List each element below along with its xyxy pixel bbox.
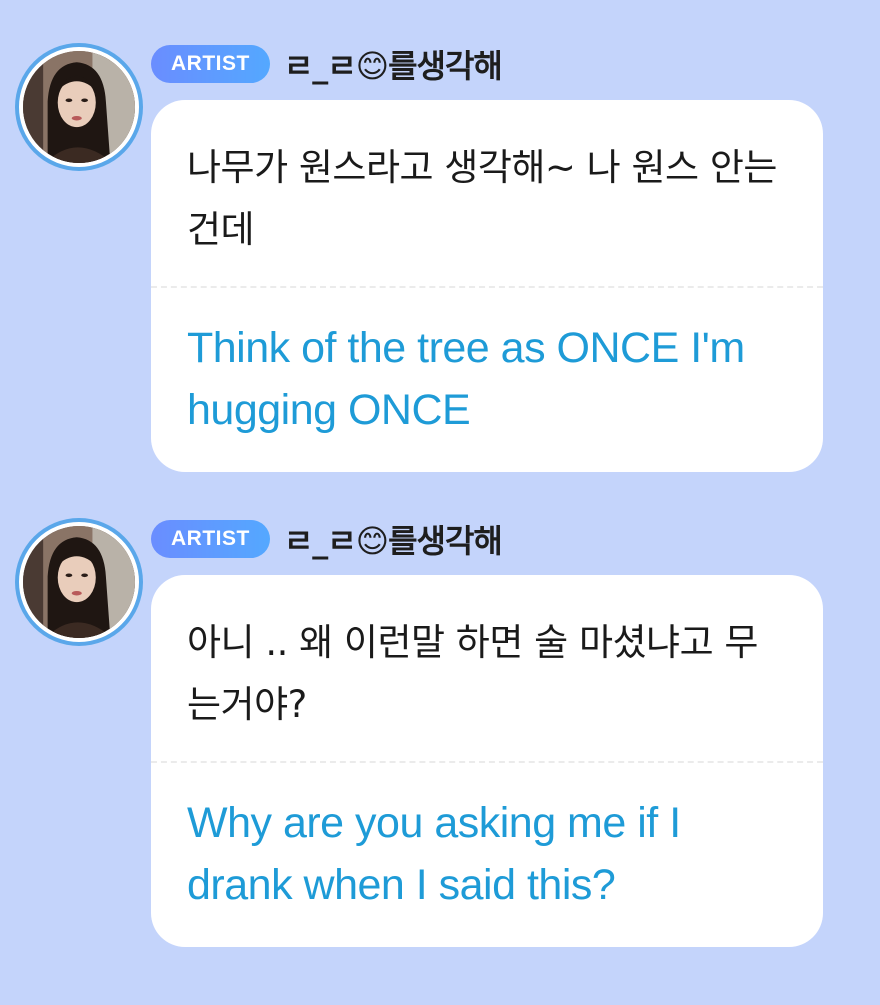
artist-badge: ARTIST: [151, 520, 270, 558]
translated-message-text: Think of the tree as ONCE I'm hugging ON…: [187, 324, 745, 434]
translation-divider: [151, 761, 823, 763]
avatar[interactable]: [15, 518, 143, 646]
message-bubble[interactable]: 나무가 원스라고 생각해~ 나 원스 안는건데 Think of the tre…: [151, 100, 823, 472]
original-message-text: 아니 .. 왜 이런말 하면 술 마셨냐고 무는거야?: [187, 621, 758, 726]
artist-badge: ARTIST: [151, 45, 270, 83]
message-bubble[interactable]: 아니 .. 왜 이런말 하면 술 마셨냐고 무는거야? Why are you …: [151, 575, 823, 947]
avatar[interactable]: [15, 43, 143, 171]
translation-divider: [151, 286, 823, 288]
avatar-photo: [19, 47, 139, 167]
author-name[interactable]: ㄹ_ㄹ😊를생각해: [284, 41, 503, 87]
avatar-photo: [19, 522, 139, 642]
author-row: ARTIST ㄹ_ㄹ😊를생각해: [151, 41, 503, 87]
author-row: ARTIST ㄹ_ㄹ😊를생각해: [151, 516, 503, 562]
translated-message-text: Why are you asking me if I drank when I …: [187, 799, 681, 909]
original-message-text: 나무가 원스라고 생각해~ 나 원스 안는건데: [187, 146, 777, 251]
author-name[interactable]: ㄹ_ㄹ😊를생각해: [284, 516, 503, 562]
